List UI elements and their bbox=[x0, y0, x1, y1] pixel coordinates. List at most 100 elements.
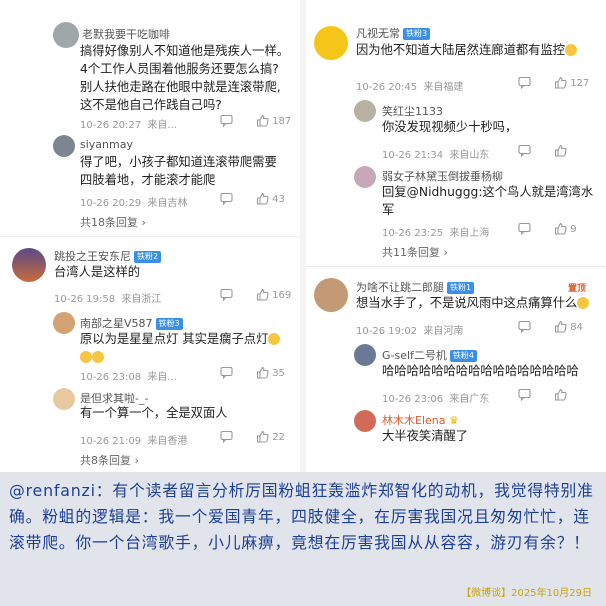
footer-credit: 【微博谈】2025年10月29日 bbox=[461, 588, 592, 599]
left-comment-panel: 老默我要干吃咖啡 搞得好像别人不知道他是残疾人一样。 4个工作人员围着他服务还要… bbox=[0, 0, 300, 472]
comment-text: 因为他不知道大陆居然连廊道都有监控 bbox=[356, 41, 601, 59]
reply-button[interactable] bbox=[220, 114, 233, 128]
avatar[interactable] bbox=[53, 388, 75, 410]
reply-button[interactable] bbox=[220, 430, 233, 444]
comment-time: 10-26 19:58 bbox=[54, 294, 116, 305]
like-button[interactable] bbox=[554, 144, 567, 157]
reply-button[interactable] bbox=[518, 76, 531, 90]
comment-text: 大半夜笑清醒了 bbox=[382, 427, 468, 445]
comment-time: 10-26 20:27 bbox=[80, 120, 142, 131]
reply-button[interactable] bbox=[518, 222, 531, 236]
comment-text: 有一个算一个，全是双面人 bbox=[80, 404, 228, 422]
avatar[interactable] bbox=[314, 26, 348, 60]
comment-username[interactable]: 林木木Elena ♛ bbox=[382, 412, 459, 428]
like-button[interactable]: 84 bbox=[554, 320, 583, 333]
comment-username[interactable]: 为啥不让跳二郎腿 铁粉1 bbox=[356, 279, 475, 295]
like-icon bbox=[256, 114, 269, 127]
comment-username[interactable]: 笑红尘1133 bbox=[382, 103, 443, 119]
comment-line: 台湾人是这样的 bbox=[54, 265, 141, 279]
comment-location: 来自吉林 bbox=[147, 198, 188, 209]
more-replies-link[interactable]: 共11条回复 › bbox=[382, 244, 448, 260]
comment-text: 原以为是星星点灯 其实是瘸子点灯 bbox=[80, 330, 290, 366]
avatar[interactable] bbox=[354, 344, 376, 366]
comment-meta: 10-26 21:09 来自香港 bbox=[80, 432, 187, 447]
comment-icon bbox=[518, 388, 531, 402]
comment-icon bbox=[518, 144, 531, 158]
comment-text: 回复@Nidhuggg:这个鸟人就是湾湾水 军 bbox=[382, 183, 593, 219]
more-replies-link[interactable]: 共18条回复 › bbox=[80, 214, 146, 230]
more-replies-label: 共11条回复 bbox=[382, 246, 440, 259]
like-count: 84 bbox=[570, 322, 583, 333]
comment-location: 来自山东 bbox=[449, 150, 490, 161]
like-button[interactable]: 35 bbox=[256, 366, 285, 379]
crown-icon: ♛ bbox=[449, 414, 459, 427]
like-button[interactable]: 22 bbox=[256, 430, 285, 443]
comment-line: 军 bbox=[382, 203, 395, 217]
comment-username[interactable]: 跳投之王安东尼 铁粉2 bbox=[54, 248, 162, 264]
reply-button[interactable] bbox=[518, 144, 531, 158]
comment-line: 想当水手了，不是说风雨中这点痛算什么 bbox=[356, 296, 578, 310]
laugh-emoji-icon bbox=[92, 351, 104, 363]
fan-badge: 铁粉3 bbox=[155, 318, 183, 330]
comment-text: 哈哈哈哈哈哈哈哈哈哈哈哈哈哈哈哈 bbox=[382, 362, 579, 380]
like-button[interactable]: 9 bbox=[554, 222, 577, 235]
like-icon bbox=[256, 430, 269, 443]
avatar[interactable] bbox=[354, 100, 376, 122]
comment-line: 回复@Nidhuggg:这个鸟人就是湾湾水 bbox=[382, 185, 594, 199]
comment-time: 10-26 23:06 bbox=[382, 394, 444, 405]
like-button[interactable]: 43 bbox=[256, 192, 285, 205]
reply-button[interactable] bbox=[220, 192, 233, 206]
comment-icon bbox=[220, 430, 233, 444]
like-icon bbox=[554, 388, 567, 401]
like-icon bbox=[554, 320, 567, 333]
comment-username[interactable]: 弱女子林黛玉倒拔垂杨柳 bbox=[382, 168, 503, 184]
comment-time: 10-26 23:25 bbox=[382, 228, 444, 239]
comment-time: 10-26 21:34 bbox=[382, 150, 444, 161]
reply-button[interactable] bbox=[518, 388, 531, 402]
comment-username[interactable]: 凡视无常 铁粉3 bbox=[356, 25, 431, 41]
comment-username[interactable]: G-self二号机 铁粉4 bbox=[382, 347, 478, 363]
like-button[interactable]: 169 bbox=[256, 288, 291, 301]
like-icon bbox=[256, 366, 269, 379]
comment-text: 台湾人是这样的 bbox=[54, 263, 140, 281]
username-label: 为啥不让跳二郎腿 bbox=[356, 281, 444, 294]
username-label: 南部之星V587 bbox=[80, 317, 153, 330]
avatar[interactable] bbox=[354, 166, 376, 188]
reply-button[interactable] bbox=[518, 320, 531, 334]
username-label: G-self二号机 bbox=[382, 349, 447, 362]
more-replies-label: 共18条回复 bbox=[80, 216, 138, 229]
fan-badge: 铁粉4 bbox=[449, 350, 478, 362]
comment-line: 有一个算一个，全是双面人 bbox=[80, 406, 228, 420]
more-replies-label: 共8条回复 bbox=[80, 454, 131, 467]
comment-location: 来自河南 bbox=[423, 326, 464, 337]
comment-icon bbox=[518, 320, 531, 334]
more-replies-link[interactable]: 共8条回复 › bbox=[80, 452, 139, 468]
avatar[interactable] bbox=[354, 410, 376, 432]
avatar[interactable] bbox=[53, 135, 75, 157]
divider bbox=[306, 266, 606, 267]
avatar[interactable] bbox=[314, 278, 348, 312]
comment-username[interactable]: 南部之星V587 铁粉3 bbox=[80, 315, 183, 331]
comment-meta: 10-26 23:08 来自... bbox=[80, 368, 177, 383]
comment-meta: 10-26 20:29 来自吉林 bbox=[80, 194, 187, 209]
like-button[interactable] bbox=[554, 388, 567, 401]
avatar[interactable] bbox=[12, 248, 46, 282]
like-count: 127 bbox=[570, 78, 590, 89]
comment-time: 10-26 20:29 bbox=[80, 198, 142, 209]
reply-button[interactable] bbox=[220, 288, 233, 302]
like-count: 9 bbox=[570, 224, 577, 235]
comment-username[interactable]: 老默我要干吃咖啡 bbox=[82, 26, 170, 42]
like-icon bbox=[554, 76, 567, 89]
comment-text: 你没发现视频少十秒吗， bbox=[382, 118, 517, 136]
like-button[interactable]: 187 bbox=[256, 114, 291, 127]
comment-text: 得了吧，小孩子都知道连滚带爬需要 四肢着地，才能滚才能爬 bbox=[80, 153, 277, 189]
comment-username[interactable]: siyanmay bbox=[80, 138, 133, 151]
comment-line: 4个工作人员围着他服务还要怎么搞? bbox=[80, 62, 279, 76]
laugh-emoji-icon bbox=[565, 44, 578, 56]
avatar[interactable] bbox=[53, 312, 75, 334]
comment-icon bbox=[220, 366, 233, 380]
like-button[interactable]: 127 bbox=[554, 76, 589, 89]
username-label: 凡视无常 bbox=[356, 27, 400, 40]
reply-button[interactable] bbox=[220, 366, 233, 380]
avatar[interactable] bbox=[53, 22, 79, 48]
